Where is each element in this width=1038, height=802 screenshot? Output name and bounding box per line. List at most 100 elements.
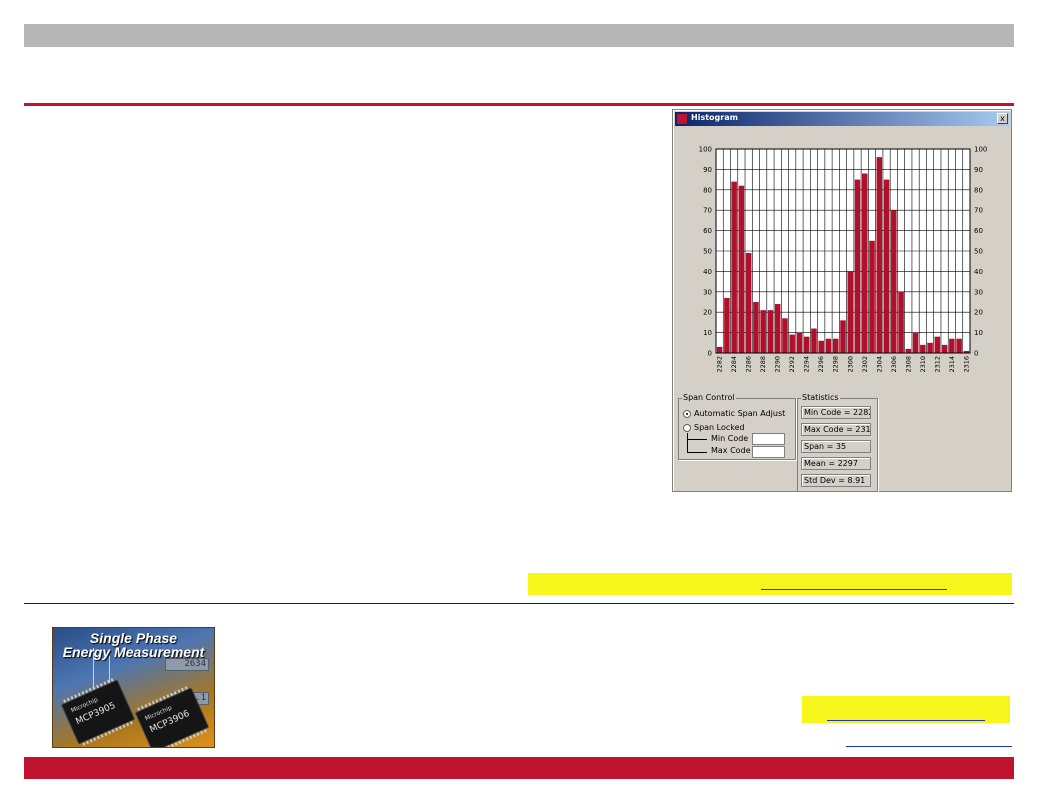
span-control-group: Span Control Automatic Span Adjust Span … bbox=[678, 393, 796, 460]
y-tick-label: 80 bbox=[703, 186, 712, 194]
histogram-bar bbox=[825, 338, 832, 353]
x-tick-label: 2302 bbox=[861, 356, 869, 373]
y-tick-label: 90 bbox=[974, 166, 983, 174]
mean-stat: Mean = 2297 bbox=[801, 457, 871, 470]
min-code-label: Min Code bbox=[711, 434, 749, 443]
statistics-title: Statistics bbox=[801, 393, 840, 402]
span-locked-option[interactable]: Span Locked bbox=[683, 423, 745, 432]
y-tick-label: 60 bbox=[703, 227, 712, 235]
span-locked-label: Span Locked bbox=[694, 423, 745, 432]
x-tick-label: 2288 bbox=[759, 356, 767, 373]
histogram-bar bbox=[767, 310, 774, 353]
histogram-bar bbox=[949, 338, 955, 353]
histogram-bar bbox=[782, 318, 788, 353]
window-title: Histogram bbox=[691, 113, 738, 122]
min-code-stat: Min Code = 2282 bbox=[801, 406, 871, 419]
x-tick-label: 2316 bbox=[962, 356, 970, 373]
hyperlink-underline[interactable] bbox=[846, 746, 1012, 747]
histogram-bar bbox=[724, 297, 730, 353]
histogram-bar bbox=[774, 304, 781, 353]
product-title-line2: Energy Measurement bbox=[62, 644, 205, 660]
x-tick-label: 2308 bbox=[904, 356, 912, 373]
histogram-bar bbox=[847, 271, 854, 353]
window-titlebar[interactable]: Histogram x bbox=[675, 112, 1009, 126]
std-dev-stat: Std Dev = 8.91 bbox=[801, 474, 871, 487]
header-bar bbox=[24, 24, 1014, 47]
histogram-bar bbox=[840, 320, 846, 353]
histogram-bar bbox=[883, 179, 890, 353]
close-button[interactable]: x bbox=[997, 113, 1008, 124]
x-tick-label: 2300 bbox=[846, 356, 854, 373]
min-code-input[interactable] bbox=[752, 433, 785, 445]
y-tick-label: 80 bbox=[974, 186, 983, 194]
histogram-bar bbox=[898, 291, 904, 353]
auto-span-option[interactable]: Automatic Span Adjust bbox=[683, 409, 785, 418]
x-tick-label: 2298 bbox=[832, 356, 840, 373]
y-tick-label: 90 bbox=[703, 166, 712, 174]
span-locked-radio[interactable] bbox=[683, 423, 691, 432]
highlight-box bbox=[802, 696, 1010, 723]
y-tick-label: 60 bbox=[974, 227, 983, 235]
hyperlink-underline[interactable] bbox=[761, 589, 947, 590]
x-tick-label: 2314 bbox=[948, 356, 956, 373]
x-tick-label: 2290 bbox=[774, 356, 782, 373]
hyperlink-underline[interactable] bbox=[827, 720, 985, 721]
x-tick-label: 2306 bbox=[890, 356, 898, 373]
histogram-bar bbox=[927, 342, 933, 353]
histogram-window: Histogram x 0 10 20 30 40 50 60 70 80 90 100 0 10 20… bbox=[672, 109, 1012, 492]
y-tick-label: 50 bbox=[974, 248, 983, 256]
histogram-bar bbox=[912, 332, 919, 353]
x-tick-label: 2304 bbox=[875, 356, 883, 373]
histogram-bar bbox=[796, 332, 803, 353]
histogram-bar bbox=[745, 253, 752, 353]
product-title-line1: Single Phase bbox=[89, 630, 178, 646]
max-code-input[interactable] bbox=[752, 446, 785, 458]
section-divider bbox=[24, 603, 1014, 604]
x-tick-label: 2292 bbox=[788, 356, 796, 373]
histogram-bar bbox=[811, 328, 817, 353]
y-tick-label: 40 bbox=[703, 268, 712, 276]
histogram-bar bbox=[854, 179, 861, 353]
x-tick-label: 2286 bbox=[745, 356, 753, 373]
max-code-label: Max Code bbox=[711, 446, 751, 455]
y-tick-label: 0 bbox=[974, 350, 978, 358]
slide: Histogram x 0 10 20 30 40 50 60 70 80 90 100 0 10 20… bbox=[0, 0, 1038, 802]
chip-pins bbox=[156, 729, 207, 747]
histogram-bar bbox=[803, 336, 810, 353]
histogram-bar bbox=[716, 346, 723, 353]
y-tick-label: 20 bbox=[703, 309, 712, 317]
chip-pins bbox=[82, 721, 133, 746]
product-image: 2634 047.1 Single Phase Energy Measureme… bbox=[52, 627, 215, 748]
y-tick-label: 20 bbox=[974, 309, 983, 317]
header-divider bbox=[24, 103, 1014, 106]
histogram-bar bbox=[920, 344, 926, 353]
y-tick-label: 30 bbox=[974, 288, 983, 296]
y-tick-label: 70 bbox=[974, 207, 983, 215]
histogram-bar bbox=[731, 181, 737, 353]
auto-span-label: Automatic Span Adjust bbox=[694, 409, 786, 418]
max-code-stat: Max Code = 2316 bbox=[801, 423, 871, 436]
y-tick-label: 50 bbox=[703, 248, 712, 256]
histogram-bar bbox=[891, 210, 897, 353]
histogram-bar bbox=[862, 173, 868, 353]
x-tick-label: 2282 bbox=[716, 356, 724, 373]
y-tick-label: 40 bbox=[974, 268, 983, 276]
auto-span-radio[interactable] bbox=[683, 409, 691, 418]
histogram-bar bbox=[934, 336, 941, 353]
y-tick-label: 30 bbox=[703, 288, 712, 296]
histogram-bar bbox=[832, 338, 839, 353]
y-tick-label: 0 bbox=[708, 350, 712, 358]
x-tick-label: 2284 bbox=[730, 356, 738, 373]
histogram-bar bbox=[956, 338, 962, 353]
histogram-bar bbox=[818, 340, 824, 353]
y-tick-label: 100 bbox=[974, 146, 987, 154]
y-tick-label: 70 bbox=[703, 207, 712, 215]
histogram-bar bbox=[760, 310, 766, 353]
histogram-bar bbox=[905, 348, 912, 353]
histogram-bar bbox=[738, 185, 745, 353]
histogram-chart: 0 10 20 30 40 50 60 70 80 90 100 0 10 20 30 40 50 60 70 80… bbox=[699, 146, 988, 373]
tree-connector bbox=[687, 433, 688, 453]
histogram-bar bbox=[876, 157, 883, 353]
statistics-group: Statistics Min Code = 2282 Max Code = 23… bbox=[797, 393, 878, 492]
chip-mcp3905: Microchip MCP3905 bbox=[60, 678, 136, 746]
